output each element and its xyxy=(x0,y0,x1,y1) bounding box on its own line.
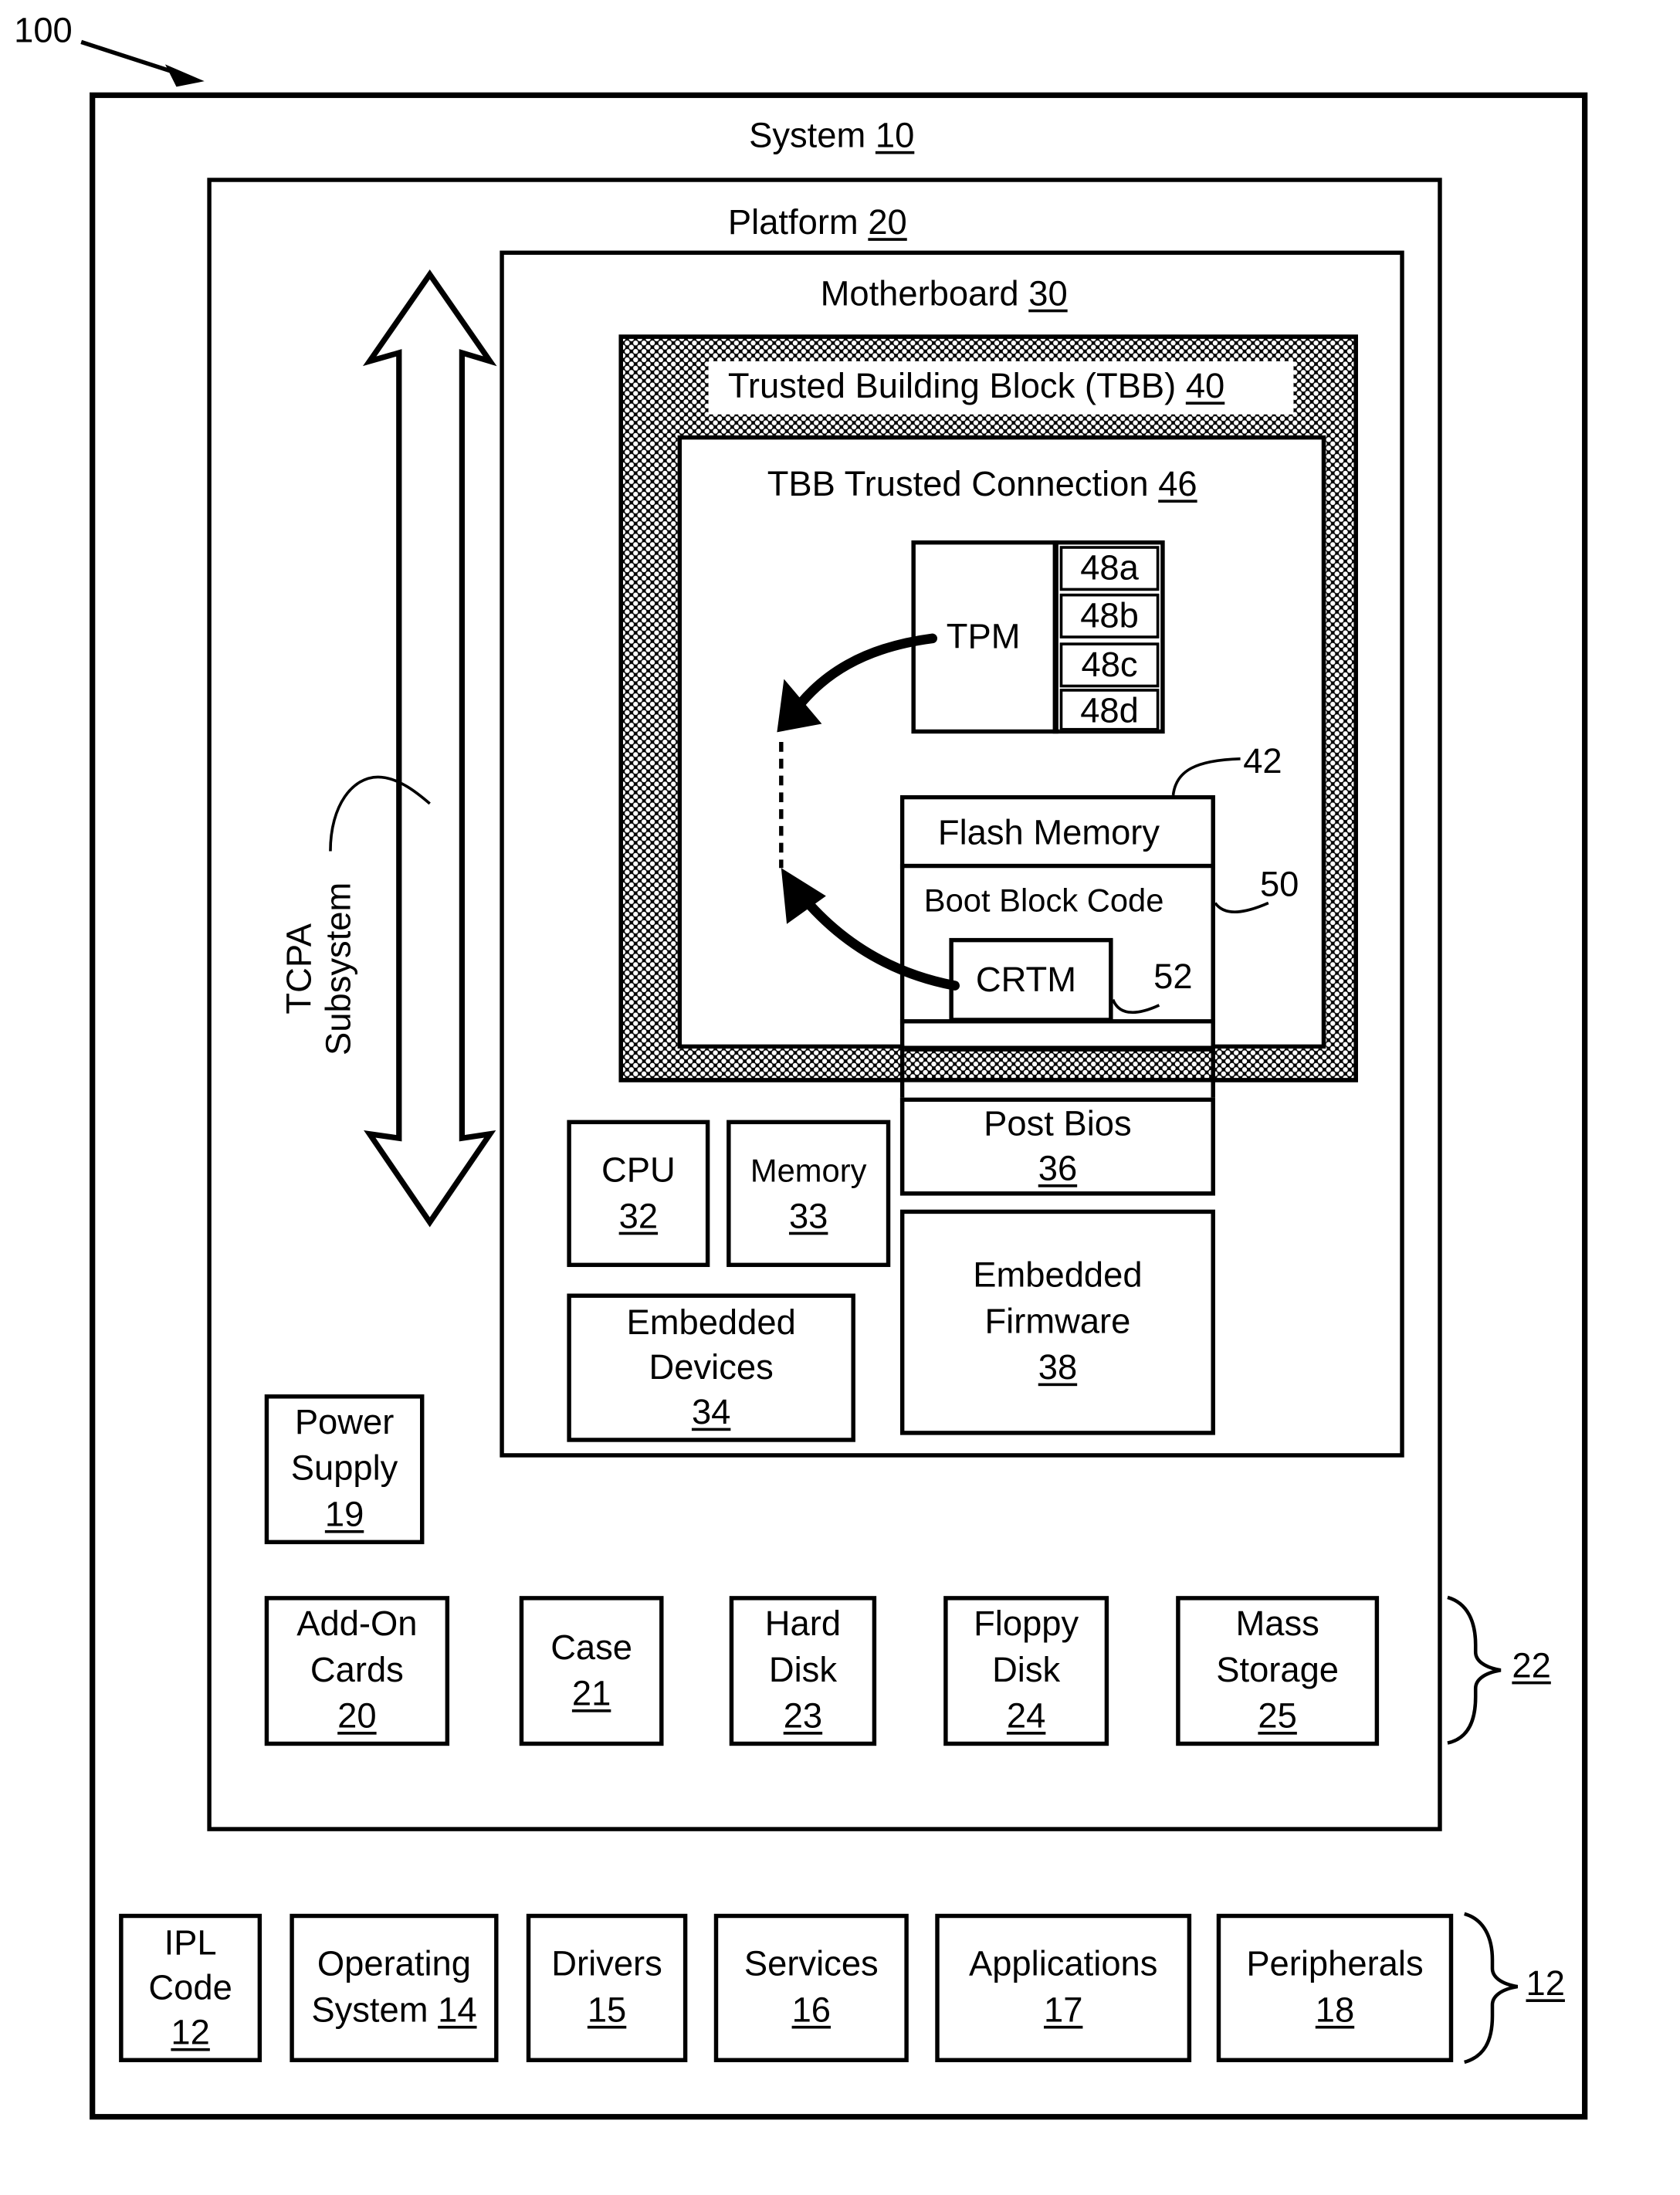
floppy-disk-box[interactable]: Floppy Disk 24 xyxy=(943,1596,1109,1746)
flash-blank-slot-2 xyxy=(904,1082,1211,1099)
tbb-title: Trusted Building Block (TBB) 40 xyxy=(728,365,1224,407)
tbb-connection-ref: 46 xyxy=(1158,465,1197,504)
tcpa-subsystem-label: TCPA Subsystem xyxy=(280,843,364,1095)
applications-label: Applications xyxy=(968,1944,1158,1984)
tcpa-label-line2: Subsystem xyxy=(319,882,359,1055)
hard-disk-box[interactable]: Hard Disk 23 xyxy=(729,1596,877,1746)
applications-box[interactable]: Applications 17 xyxy=(935,1913,1192,2062)
case-ref: 21 xyxy=(571,1673,611,1713)
embedded-devices-box[interactable]: Embedded Devices 34 xyxy=(567,1293,855,1442)
drivers-ref: 15 xyxy=(587,1990,627,2031)
platform-ref: 20 xyxy=(868,202,907,242)
memory-label: Memory xyxy=(750,1151,867,1188)
memory-box[interactable]: Memory 33 xyxy=(727,1120,891,1268)
motherboard-title: Motherboard 30 xyxy=(821,273,1068,315)
flash-hatched-overlap xyxy=(904,1047,1211,1082)
operating-system-line-2: System 14 xyxy=(311,1988,476,2034)
power-supply-label-1: Power xyxy=(294,1402,395,1442)
drivers-label: Drivers xyxy=(551,1944,662,1984)
peripherals-label: Peripherals xyxy=(1246,1944,1424,1984)
software-group-ref: 12 xyxy=(1526,1964,1565,2004)
case-box[interactable]: Case 21 xyxy=(519,1596,664,1746)
drivers-box[interactable]: Drivers 15 xyxy=(526,1913,688,2062)
tpm-divider xyxy=(1052,540,1058,734)
crtm-label: CRTM xyxy=(975,960,1077,1000)
floppy-disk-label-1: Floppy xyxy=(974,1604,1079,1644)
applications-ref: 17 xyxy=(1043,1990,1083,2031)
figure-ref-label: 100 xyxy=(14,11,73,51)
pcr-register-48a[interactable]: 48a xyxy=(1059,546,1160,591)
power-supply-label-2: Supply xyxy=(290,1448,398,1489)
power-supply-box[interactable]: Power Supply 19 xyxy=(264,1394,425,1545)
floppy-disk-ref: 24 xyxy=(1006,1696,1046,1736)
add-on-cards-ref: 20 xyxy=(337,1696,377,1736)
mass-storage-box[interactable]: Mass Storage 25 xyxy=(1176,1596,1380,1746)
embedded-firmware-box[interactable]: Embedded Firmware 38 xyxy=(899,1209,1215,1435)
embedded-firmware-label-1: Embedded xyxy=(973,1255,1143,1296)
pcr-register-48d[interactable]: 48d xyxy=(1059,689,1160,731)
hard-disk-label-2: Disk xyxy=(768,1650,837,1690)
hard-disk-ref: 23 xyxy=(783,1696,823,1736)
hard-disk-label-1: Hard xyxy=(764,1604,842,1644)
embedded-devices-ref: 34 xyxy=(691,1393,731,1433)
ipl-code-label-2: Code xyxy=(148,1968,232,2008)
crtm-ref-label: 52 xyxy=(1153,957,1193,998)
system-ref: 10 xyxy=(875,116,915,156)
tbb-ref: 40 xyxy=(1185,367,1225,406)
pcr-register-48b[interactable]: 48b xyxy=(1059,593,1160,639)
boot-block-code-label: Boot Block Code xyxy=(923,882,1164,919)
embedded-firmware-ref: 38 xyxy=(1038,1348,1078,1387)
cpu-ref: 32 xyxy=(618,1196,659,1236)
cpu-box[interactable]: CPU 32 xyxy=(567,1120,710,1268)
platform-label: Platform xyxy=(727,202,859,242)
peripherals-box[interactable]: Peripherals 18 xyxy=(1216,1913,1454,2062)
add-on-cards-box[interactable]: Add-On Cards 20 xyxy=(264,1596,450,1746)
platform-title: Platform 20 xyxy=(728,202,907,243)
memory-ref: 33 xyxy=(788,1196,828,1236)
pcr-register-48c[interactable]: 48c xyxy=(1059,642,1160,688)
tbb-label: Trusted Building Block (TBB) xyxy=(727,367,1177,406)
add-on-cards-label-1: Add-On xyxy=(296,1604,418,1644)
post-bios-ref: 36 xyxy=(1038,1149,1078,1189)
services-label: Services xyxy=(743,1944,879,1984)
power-supply-ref: 19 xyxy=(324,1495,364,1535)
system-title: System 10 xyxy=(749,115,914,157)
figure-pointer-arrowhead xyxy=(164,64,205,87)
motherboard-label: Motherboard xyxy=(820,274,1019,314)
motherboard-ref: 30 xyxy=(1028,274,1068,314)
tbb-connection-title: TBB Trusted Connection 46 xyxy=(767,463,1197,505)
embedded-devices-label-2: Devices xyxy=(649,1348,774,1387)
floppy-disk-label-2: Disk xyxy=(992,1650,1061,1690)
boot-block-ref-label: 50 xyxy=(1259,865,1299,905)
mass-storage-ref: 25 xyxy=(1258,1696,1297,1736)
tbb-connection-label: TBB Trusted Connection xyxy=(767,465,1149,504)
case-label: Case xyxy=(550,1627,633,1667)
flash-blank-slot-1 xyxy=(904,1023,1211,1046)
operating-system-label-2: System xyxy=(311,1990,428,2031)
platform-group-ref: 22 xyxy=(1512,1646,1551,1686)
tpm-label: TPM xyxy=(946,617,1021,657)
mass-storage-label-2: Storage xyxy=(1216,1650,1340,1690)
embedded-devices-label-1: Embedded xyxy=(626,1303,796,1343)
system-label: System xyxy=(749,116,866,156)
tcpa-label-line1: TCPA xyxy=(279,923,320,1015)
post-bios-label: Post Bios xyxy=(984,1104,1132,1144)
operating-system-ref: 14 xyxy=(438,1990,477,2031)
add-on-cards-label-2: Cards xyxy=(310,1650,404,1690)
services-ref: 16 xyxy=(791,1990,832,2031)
flash-memory-label: Flash Memory xyxy=(937,813,1160,853)
ipl-code-box[interactable]: IPL Code 12 xyxy=(119,1913,262,2062)
ipl-code-label-1: IPL xyxy=(164,1923,217,1963)
services-box[interactable]: Services 16 xyxy=(713,1913,909,2062)
operating-system-box[interactable]: Operating System 14 xyxy=(290,1913,499,2062)
cpu-label: CPU xyxy=(601,1150,676,1190)
embedded-firmware-label-2: Firmware xyxy=(984,1302,1131,1342)
mass-storage-label-1: Mass xyxy=(1235,1604,1319,1644)
flash-ref-label: 42 xyxy=(1243,742,1282,781)
figure-pointer-arrow xyxy=(80,39,186,78)
post-bios-box[interactable]: Post Bios 36 xyxy=(899,1097,1215,1196)
ipl-code-ref: 12 xyxy=(171,2013,210,2053)
operating-system-label-1: Operating xyxy=(317,1944,471,1984)
peripherals-ref: 18 xyxy=(1315,1990,1355,2031)
